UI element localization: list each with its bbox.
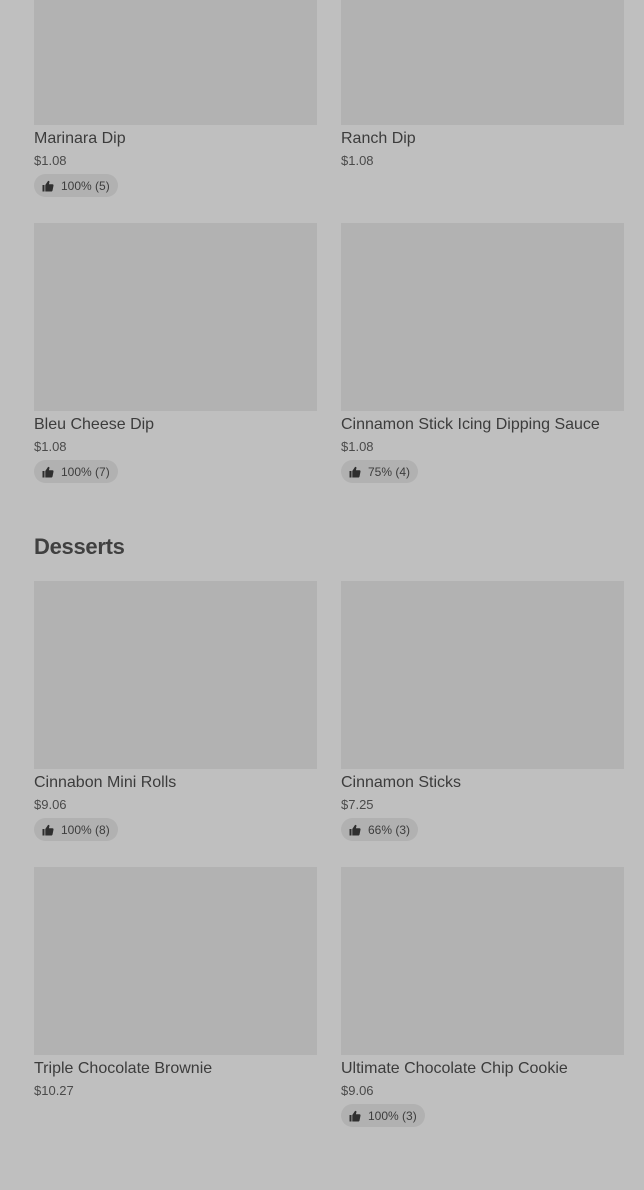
menu-item-card[interactable]: Ranch Dip $1.08 <box>341 0 624 223</box>
item-image[interactable] <box>34 223 317 411</box>
item-name: Ranch Dip <box>341 130 416 147</box>
item-price: $7.25 <box>341 797 374 812</box>
rating-text: 66% (3) <box>368 822 411 837</box>
item-price: $10.27 <box>34 1083 74 1098</box>
rating-text: 75% (4) <box>368 464 411 479</box>
menu-item-card[interactable]: Ultimate Chocolate Chip Cookie $9.06 100… <box>341 867 624 1153</box>
menu-item-card[interactable]: Marinara Dip $1.08 100% (5) <box>34 0 317 223</box>
rating-text: 100% (5) <box>61 178 110 193</box>
item-name: Bleu Cheese Dip <box>34 416 155 433</box>
item-price: $1.08 <box>34 439 67 454</box>
item-price: $1.08 <box>341 439 374 454</box>
rating-badge: 100% (7) <box>34 460 118 483</box>
rating-badge: 100% (8) <box>34 818 118 841</box>
menu-item-card[interactable]: Cinnamon Sticks $7.25 66% (3) <box>341 581 624 867</box>
item-image[interactable] <box>34 0 317 125</box>
item-image[interactable] <box>34 867 317 1055</box>
rating-badge: 100% (3) <box>341 1104 425 1127</box>
menu-item-card[interactable]: Triple Chocolate Brownie $10.27 <box>34 867 317 1153</box>
thumbs-up-icon <box>42 180 54 191</box>
rating-text: 100% (3) <box>368 1108 417 1123</box>
menu-grid-dips: Marinara Dip $1.08 100% (5) Ranch Dip $1… <box>34 0 624 509</box>
thumbs-up-icon <box>349 1110 361 1121</box>
item-price: $1.08 <box>341 153 374 168</box>
item-name: Ultimate Chocolate Chip Cookie <box>341 1060 568 1077</box>
thumbs-up-icon <box>349 824 361 835</box>
item-name: Cinnabon Mini Rolls <box>34 774 177 791</box>
item-price: $1.08 <box>34 153 67 168</box>
rating-badge: 100% (5) <box>34 174 118 197</box>
menu-item-card[interactable]: Cinnamon Stick Icing Dipping Sauce $1.08… <box>341 223 624 509</box>
menu-item-card[interactable]: Cinnabon Mini Rolls $9.06 100% (8) <box>34 581 317 867</box>
rating-badge: 75% (4) <box>341 460 419 483</box>
rating-badge: 66% (3) <box>341 818 419 841</box>
item-name: Cinnamon Stick Icing Dipping Sauce <box>341 416 600 433</box>
item-image[interactable] <box>341 223 624 411</box>
rating-text: 100% (7) <box>61 464 110 479</box>
thumbs-up-icon <box>349 466 361 477</box>
menu-item-card[interactable]: Bleu Cheese Dip $1.08 100% (7) <box>34 223 317 509</box>
section-title-desserts: Desserts <box>34 534 125 559</box>
item-image[interactable] <box>341 581 624 769</box>
menu-grid-desserts: Cinnabon Mini Rolls $9.06 100% (8) Cinna… <box>34 581 624 1153</box>
item-name: Marinara Dip <box>34 130 126 147</box>
item-image[interactable] <box>341 0 624 125</box>
item-image[interactable] <box>341 867 624 1055</box>
item-image[interactable] <box>34 581 317 769</box>
thumbs-up-icon <box>42 466 54 477</box>
item-price: $9.06 <box>34 797 67 812</box>
item-name: Triple Chocolate Brownie <box>34 1060 213 1077</box>
item-name: Cinnamon Sticks <box>341 774 462 791</box>
rating-text: 100% (8) <box>61 822 110 837</box>
thumbs-up-icon <box>42 824 54 835</box>
item-price: $9.06 <box>341 1083 374 1098</box>
